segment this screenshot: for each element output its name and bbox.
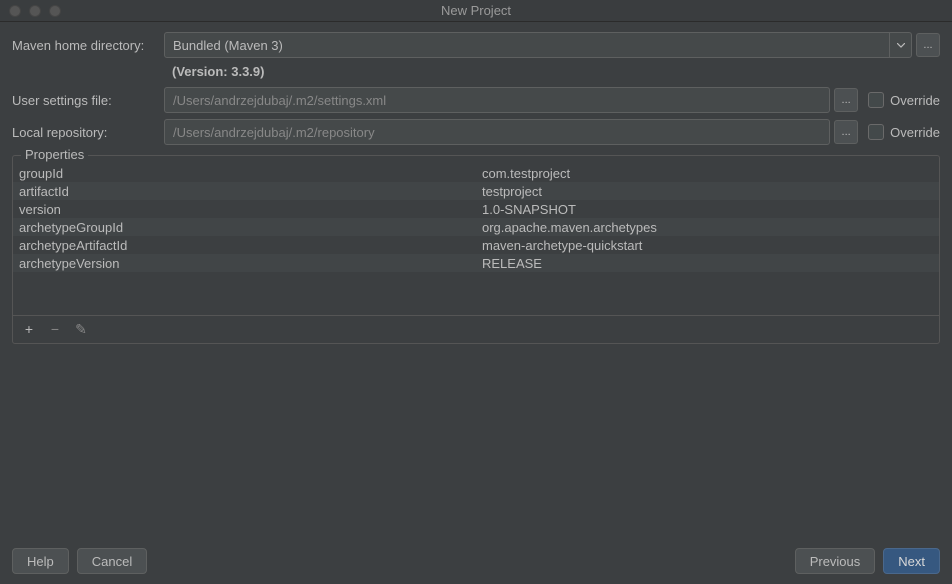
user-settings-row: User settings file: /Users/andrzejdubaj/… (12, 87, 940, 113)
titlebar: New Project (0, 0, 952, 22)
properties-toolbar: + − ✎ (13, 315, 939, 343)
property-key: groupId (13, 166, 476, 181)
user-settings-override-checkbox[interactable] (868, 92, 884, 108)
remove-property-button[interactable]: − (47, 321, 63, 337)
previous-button[interactable]: Previous (795, 548, 876, 574)
plus-icon: + (25, 321, 33, 337)
property-key: version (13, 202, 476, 217)
table-row[interactable]: groupIdcom.testproject (13, 164, 939, 182)
property-value: org.apache.maven.archetypes (476, 220, 939, 235)
local-repo-label: Local repository: (12, 125, 164, 140)
property-value: maven-archetype-quickstart (476, 238, 939, 253)
maven-home-label: Maven home directory: (12, 38, 164, 53)
local-repo-row: Local repository: /Users/andrzejdubaj/.m… (12, 119, 940, 145)
table-row[interactable]: artifactIdtestproject (13, 182, 939, 200)
maven-home-value: Bundled (Maven 3) (173, 38, 885, 53)
user-settings-value: /Users/andrzejdubaj/.m2/settings.xml (173, 93, 386, 108)
table-row[interactable]: version1.0-SNAPSHOT (13, 200, 939, 218)
minimize-window-button[interactable] (29, 5, 41, 17)
cancel-button[interactable]: Cancel (77, 548, 147, 574)
local-repo-override-label: Override (890, 125, 940, 140)
user-settings-override-label: Override (890, 93, 940, 108)
pencil-icon: ✎ (75, 321, 87, 338)
local-repo-input[interactable]: /Users/andrzejdubaj/.m2/repository (164, 119, 830, 145)
local-repo-value: /Users/andrzejdubaj/.m2/repository (173, 125, 375, 140)
table-row[interactable]: archetypeArtifactIdmaven-archetype-quick… (13, 236, 939, 254)
user-settings-label: User settings file: (12, 93, 164, 108)
local-repo-browse-button[interactable]: ... (834, 120, 858, 144)
properties-table[interactable]: groupIdcom.testprojectartifactIdtestproj… (13, 164, 939, 315)
table-row[interactable]: archetypeGroupIdorg.apache.maven.archety… (13, 218, 939, 236)
property-key: archetypeGroupId (13, 220, 476, 235)
property-value: testproject (476, 184, 939, 199)
properties-panel: Properties groupIdcom.testprojectartifac… (12, 155, 940, 344)
maven-home-browse-button[interactable]: ... (916, 33, 940, 57)
dialog-footer: Help Cancel Previous Next (0, 538, 952, 584)
next-button[interactable]: Next (883, 548, 940, 574)
user-settings-browse-button[interactable]: ... (834, 88, 858, 112)
property-key: artifactId (13, 184, 476, 199)
local-repo-override-checkbox[interactable] (868, 124, 884, 140)
property-key: archetypeVersion (13, 256, 476, 271)
maven-home-combo[interactable]: Bundled (Maven 3) (164, 32, 912, 58)
zoom-window-button[interactable] (49, 5, 61, 17)
window-controls (0, 5, 61, 17)
dialog-content: Maven home directory: Bundled (Maven 3) … (0, 22, 952, 538)
property-value: 1.0-SNAPSHOT (476, 202, 939, 217)
properties-legend: Properties (21, 147, 88, 162)
edit-property-button[interactable]: ✎ (73, 321, 89, 337)
help-button[interactable]: Help (12, 548, 69, 574)
maven-home-row: Maven home directory: Bundled (Maven 3) … (12, 32, 940, 58)
window-title: New Project (0, 3, 952, 18)
maven-version-label: (Version: 3.3.9) (12, 64, 940, 79)
table-row[interactable]: archetypeVersionRELEASE (13, 254, 939, 272)
property-value: RELEASE (476, 256, 939, 271)
close-window-button[interactable] (9, 5, 21, 17)
add-property-button[interactable]: + (21, 321, 37, 337)
property-value: com.testproject (476, 166, 939, 181)
user-settings-input[interactable]: /Users/andrzejdubaj/.m2/settings.xml (164, 87, 830, 113)
minus-icon: − (51, 321, 59, 337)
property-key: archetypeArtifactId (13, 238, 476, 253)
chevron-down-icon[interactable] (889, 33, 911, 57)
